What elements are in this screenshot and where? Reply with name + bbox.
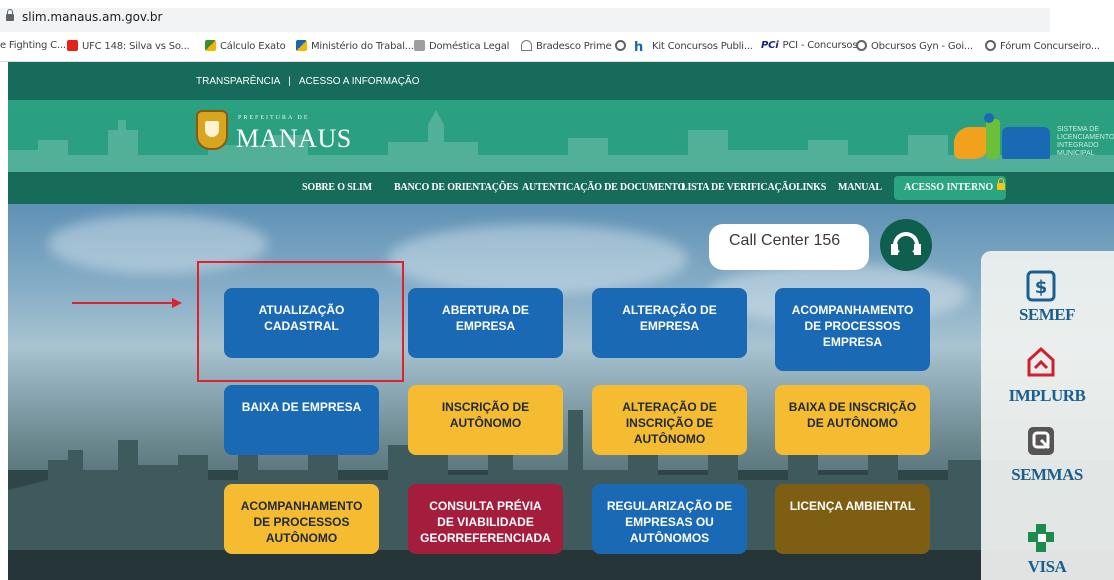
bookmark-item[interactable]: e Fighting C...	[0, 40, 66, 51]
leaf-box-icon[interactable]	[1026, 425, 1056, 457]
acesso-interno-label: ACESSO INTERNO	[904, 182, 994, 193]
nav-links[interactable]: LINKS	[796, 182, 826, 193]
tile-baixa-inscricao-autonomo[interactable]: BAIXA DE INSCRIÇÃO DE AUTÔNOMO	[775, 385, 930, 455]
bookmark-item[interactable]: Fórum Concurseiro...	[985, 40, 1100, 52]
transparencia-link[interactable]: TRANSPARÊNCIA	[196, 76, 280, 87]
slim-logo-m-shape	[1002, 127, 1050, 159]
bookmark-item[interactable]: Cálculo Exato	[205, 40, 286, 52]
agency-visa[interactable]: VISA	[992, 557, 1102, 577]
bookmark-item[interactable]	[615, 40, 630, 52]
agency-semmas[interactable]: SEMMAS	[992, 465, 1102, 485]
browser-address-bar: slim.manaus.am.gov.br	[0, 0, 1114, 32]
bookmark-item[interactable]: Ministério do Trabal...	[296, 40, 414, 52]
top-links: TRANSPARÊNCIA | ACESSO A INFORMAÇÃO	[196, 76, 419, 87]
divider: |	[288, 76, 291, 87]
globe-icon	[985, 40, 996, 51]
highlight-box	[197, 261, 404, 382]
lock-icon[interactable]	[6, 9, 14, 21]
globe-icon	[615, 40, 626, 51]
kit-icon: h	[634, 40, 644, 55]
globe-icon	[856, 40, 867, 51]
dollar-icon[interactable]: $	[1026, 270, 1056, 302]
slim-logo-l-shape	[986, 119, 1000, 159]
url-text[interactable]: slim.manaus.am.gov.br	[22, 10, 162, 24]
skyline-decoration	[8, 110, 1114, 172]
cloud	[388, 224, 688, 294]
nav-lista-verificacao[interactable]: LISTA DE VERIFICAÇÃO	[681, 182, 796, 193]
bookmarks-bar: e Fighting C... UFC 148: Silva vs So... …	[0, 32, 1114, 62]
ministry-icon	[296, 40, 307, 51]
manaus-coat-of-arms-icon[interactable]	[196, 110, 228, 150]
tile-inscricao-autonomo[interactable]: INSCRIÇÃO DE AUTÔNOMO	[408, 385, 563, 455]
bookmark-item[interactable]: Bradesco Prime	[521, 40, 612, 52]
nav-banco-orientacoes[interactable]: BANCO DE ORIENTAÇÕES	[394, 182, 518, 193]
slim-logo-s-shape	[954, 127, 990, 159]
tile-alteracao-empresa[interactable]: ALTERAÇÃO DE EMPRESA	[592, 288, 747, 358]
calc-icon	[205, 40, 216, 51]
manaus-logo-text[interactable]: MANAUS	[236, 124, 352, 154]
slim-logo-dot	[984, 113, 994, 123]
nav-autenticacao-documento[interactable]: AUTENTICAÇÃO DE DOCUMENTO	[522, 182, 685, 193]
domestica-icon	[414, 40, 425, 51]
tile-alteracao-inscricao-autonomo[interactable]: ALTERAÇÃO DE INSCRIÇÃO DE AUTÔNOMO	[592, 385, 747, 455]
logo-prefix: PREFEITURA DE	[238, 115, 310, 121]
top-utility-bar	[8, 62, 1114, 100]
tile-acompanhamento-empresa[interactable]: ACOMPANHAMENTO DE PROCESSOS EMPRESA	[775, 288, 930, 371]
tile-regularizacao[interactable]: REGULARIZAÇÃO DE EMPRESAS OU AUTÔNOMOS	[592, 484, 747, 554]
bookmark-item[interactable]: UFC 148: Silva vs So...	[67, 40, 190, 52]
tile-baixa-empresa[interactable]: BAIXA DE EMPRESA	[224, 385, 379, 455]
bookmark-item[interactable]: PCi PCI - Concursos	[761, 40, 858, 51]
acesso-informacao-link[interactable]: ACESSO A INFORMAÇÃO	[299, 76, 420, 87]
cross-icon[interactable]	[1026, 522, 1056, 554]
slim-subtitle: SISTEMA DE LICENCIAMENTO INTEGRADO MUNIC…	[1057, 126, 1114, 157]
svg-text:$: $	[1035, 277, 1048, 298]
agency-semef[interactable]: SEMEF	[992, 305, 1102, 325]
bradesco-icon	[521, 40, 532, 51]
house-icon[interactable]	[1026, 346, 1056, 378]
tile-licenca-ambiental[interactable]: LICENÇA AMBIENTAL	[775, 484, 930, 554]
tile-abertura-empresa[interactable]: ABERTURA DE EMPRESA	[408, 288, 563, 358]
bookmark-item[interactable]: h Kit Concursos Publi...	[634, 40, 753, 55]
call-center-text[interactable]: Call Center 156	[729, 232, 840, 250]
annotation-arrow-icon	[172, 298, 182, 308]
youtube-icon	[67, 40, 78, 51]
nav-manual[interactable]: MANUAL	[838, 182, 882, 193]
pci-icon: PCi	[761, 40, 779, 51]
lock-icon	[997, 178, 1006, 190]
slim-logo[interactable]	[954, 113, 1050, 165]
site-header	[8, 100, 1114, 172]
tile-consulta-previa[interactable]: CONSULTA PRÉVIA DE VIABILIDADE GEORREFER…	[408, 484, 563, 554]
nav-sobre-slim[interactable]: SOBRE O SLIM	[302, 182, 372, 193]
annotation-arrow-line	[72, 302, 176, 304]
tile-acompanhamento-autonomo[interactable]: ACOMPANHAMENTO DE PROCESSOS AUTÔNOMO	[224, 484, 379, 554]
bookmark-item[interactable]: Doméstica Legal	[414, 40, 509, 52]
bookmark-item[interactable]: Obcursos Gyn - Goi...	[856, 40, 973, 52]
acesso-interno-button[interactable]: ACESSO INTERNO	[894, 176, 1006, 200]
agency-implurb[interactable]: IMPLURB	[992, 386, 1102, 406]
headset-icon[interactable]	[880, 219, 932, 271]
